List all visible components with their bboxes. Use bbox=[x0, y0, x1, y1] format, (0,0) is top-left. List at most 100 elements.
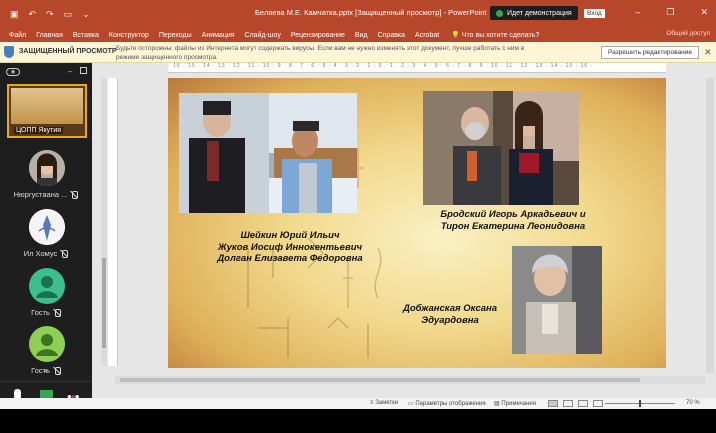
video-call-panel: ◉ – ЦОПП Якутия Нюргустаана ... Ил Хомус… bbox=[0, 63, 92, 408]
enable-editing-button[interactable]: Разрешить редактирование bbox=[601, 46, 699, 59]
comments-button[interactable]: ▤ Примечания bbox=[494, 400, 536, 407]
default-user-avatar bbox=[29, 268, 65, 304]
undo-icon[interactable]: ↶ bbox=[29, 9, 37, 20]
tab-transitions[interactable]: Переходы bbox=[159, 32, 192, 39]
scroll-thumb[interactable] bbox=[120, 378, 640, 382]
notes-button[interactable]: ≡ Заметки bbox=[370, 400, 398, 406]
participant-name-text: Нюргустаана ... bbox=[13, 190, 68, 199]
caption-line: Жуков Иосиф Иннокентьевич bbox=[217, 241, 363, 253]
zoom-level[interactable]: 70 % bbox=[686, 400, 700, 406]
participant-name: Гость bbox=[0, 308, 92, 318]
vertical-scrollbar[interactable] bbox=[706, 78, 714, 373]
tab-slideshow[interactable]: Слайд-шоу bbox=[245, 32, 281, 39]
redo-icon[interactable]: ↷ bbox=[46, 9, 54, 20]
caption-line: Долган Елизавета Федоровна bbox=[217, 253, 363, 264]
share-status-icon bbox=[496, 9, 503, 17]
thumbnail-scrollbar[interactable] bbox=[101, 78, 107, 366]
mic-muted-icon bbox=[53, 367, 61, 376]
notes-icon: ≡ bbox=[370, 400, 374, 406]
minimize-icon[interactable]: – bbox=[635, 7, 640, 18]
shield-icon bbox=[4, 46, 14, 58]
scroll-thumb[interactable] bbox=[102, 258, 106, 348]
tab-view[interactable]: Вид bbox=[355, 32, 368, 39]
slide-canvas[interactable]: Шейкин Юрий Ильич Жуков Иосиф Иннокентье… bbox=[168, 78, 666, 368]
tell-me-label: Что вы хотите сделать? bbox=[461, 32, 540, 39]
ribbon-tabs: Файл Главная Вставка Конструктор Переход… bbox=[0, 28, 716, 42]
expand-panel-icon[interactable] bbox=[80, 67, 87, 74]
tab-acrobat[interactable]: Acrobat bbox=[415, 32, 439, 39]
maximize-icon[interactable]: ❐ bbox=[666, 7, 674, 18]
tab-animations[interactable]: Анимация bbox=[202, 32, 235, 39]
participant-name: Ил Хомус bbox=[0, 249, 92, 259]
screen-share-label: Идет демонстрация bbox=[507, 9, 572, 17]
active-speaker-name: ЦОПП Якутия bbox=[14, 127, 64, 134]
window-title: Беляева М.Е. Камчатка.pptx [Защищенный п… bbox=[255, 8, 487, 17]
save-icon[interactable]: ▣ bbox=[10, 9, 19, 20]
participant-name-text: Ил Хомус bbox=[23, 249, 58, 258]
display-settings-button[interactable]: ▭ Параметры отображения bbox=[408, 400, 486, 407]
notes-label: Заметки bbox=[375, 400, 399, 406]
tab-file[interactable]: Файл bbox=[9, 32, 26, 39]
participant-name-text: Гость bbox=[31, 308, 50, 317]
vertical-ruler bbox=[108, 78, 118, 366]
shared-screen-preview bbox=[11, 88, 83, 124]
participant-tile[interactable]: Гость bbox=[0, 326, 92, 386]
sign-in-button[interactable]: Вход bbox=[584, 9, 605, 18]
window-controls: – ❐ ✕ bbox=[635, 7, 708, 18]
tab-design[interactable]: Конструктор bbox=[109, 32, 149, 39]
quick-access-toolbar: ▣ ↶ ↷ ▭ ⌄ bbox=[0, 9, 90, 20]
display-icon: ▭ bbox=[408, 401, 414, 407]
mic-muted-icon bbox=[53, 309, 61, 318]
comment-icon: ▤ bbox=[494, 401, 500, 407]
panel-header: ◉ – bbox=[0, 63, 92, 81]
share-button[interactable]: Общий доступ bbox=[666, 30, 710, 37]
participant-photo-avatar bbox=[29, 150, 65, 186]
screen-share-indicator[interactable]: Идет демонстрация bbox=[490, 6, 578, 20]
tab-insert[interactable]: Вставка bbox=[73, 32, 99, 39]
horizontal-ruler: · 16 · 15 · 14 · 13 · 12 · 11 · 10 · 9 ·… bbox=[168, 63, 666, 73]
chevron-down-icon[interactable]: ⌄ bbox=[42, 364, 50, 375]
comments-label: Примечания bbox=[501, 401, 536, 407]
tab-help[interactable]: Справка bbox=[378, 32, 405, 39]
mic-muted-icon bbox=[60, 250, 69, 259]
close-icon[interactable]: ✕ bbox=[700, 7, 708, 18]
reading-view-icon[interactable] bbox=[578, 400, 588, 407]
zoom-slider[interactable] bbox=[605, 400, 675, 407]
horizontal-scrollbar[interactable] bbox=[115, 376, 705, 384]
active-speaker-tile[interactable]: ЦОПП Якутия bbox=[7, 84, 87, 138]
slide-sorter-icon[interactable] bbox=[563, 400, 573, 407]
protected-view-message: Будьте осторожны: файлы из Интернета мог… bbox=[116, 45, 525, 61]
emblem-avatar bbox=[29, 209, 65, 245]
photo-woman-portrait bbox=[512, 246, 602, 354]
photo-group-winter bbox=[179, 93, 357, 213]
caption-group-2: Бродский Игорь Аркадьевич и Тирон Екатер… bbox=[438, 209, 588, 232]
customize-toolbar-icon[interactable]: ⌄ bbox=[82, 9, 90, 20]
tab-review[interactable]: Рецензирование bbox=[291, 32, 345, 39]
caption-line: Добжанская Оксана bbox=[402, 303, 498, 314]
caption-line: Шейкин Юрий Ильич bbox=[240, 230, 340, 241]
participant-tile[interactable]: Ил Хомус bbox=[0, 209, 92, 269]
mic-muted-icon bbox=[70, 191, 79, 200]
slideshow-start-icon[interactable]: ▭ bbox=[64, 9, 73, 20]
camera-toggle-icon[interactable]: ◉ bbox=[6, 68, 20, 76]
participant-name: Нюргустаана ... bbox=[0, 190, 92, 200]
default-user-avatar bbox=[29, 326, 65, 362]
status-bar: ≡ Заметки ▭ Параметры отображения ▤ Прим… bbox=[0, 398, 716, 409]
protected-view-bar: ЗАЩИЩЕННЫЙ ПРОСМОТР Будьте осторожны: фа… bbox=[0, 42, 716, 63]
participant-tile[interactable]: Нюргустаана ... bbox=[0, 150, 92, 210]
caption-line: Тирон Екатерина Леонидовна bbox=[440, 220, 586, 232]
view-switcher bbox=[548, 400, 603, 407]
close-bar-icon[interactable]: ✕ bbox=[704, 47, 712, 58]
minimize-panel-icon[interactable]: – bbox=[68, 67, 72, 76]
tab-home[interactable]: Главная bbox=[36, 32, 63, 39]
caption-line: Бродский Игорь Аркадьевич и bbox=[440, 209, 586, 220]
protected-view-title: ЗАЩИЩЕННЫЙ ПРОСМОТР bbox=[19, 48, 117, 55]
caption-line: Эдуардовна bbox=[421, 314, 479, 326]
normal-view-icon[interactable] bbox=[548, 400, 558, 407]
caption-group-1: Шейкин Юрий Ильич Жуков Иосиф Иннокентье… bbox=[210, 230, 370, 265]
screen-bottom-border bbox=[0, 409, 716, 433]
tell-me-search[interactable]: 💡 Что вы хотите сделать? bbox=[451, 31, 539, 39]
display-settings-label: Параметры отображения bbox=[415, 401, 486, 407]
slideshow-view-icon[interactable] bbox=[593, 400, 603, 407]
participant-tile[interactable]: Гость bbox=[0, 268, 92, 328]
